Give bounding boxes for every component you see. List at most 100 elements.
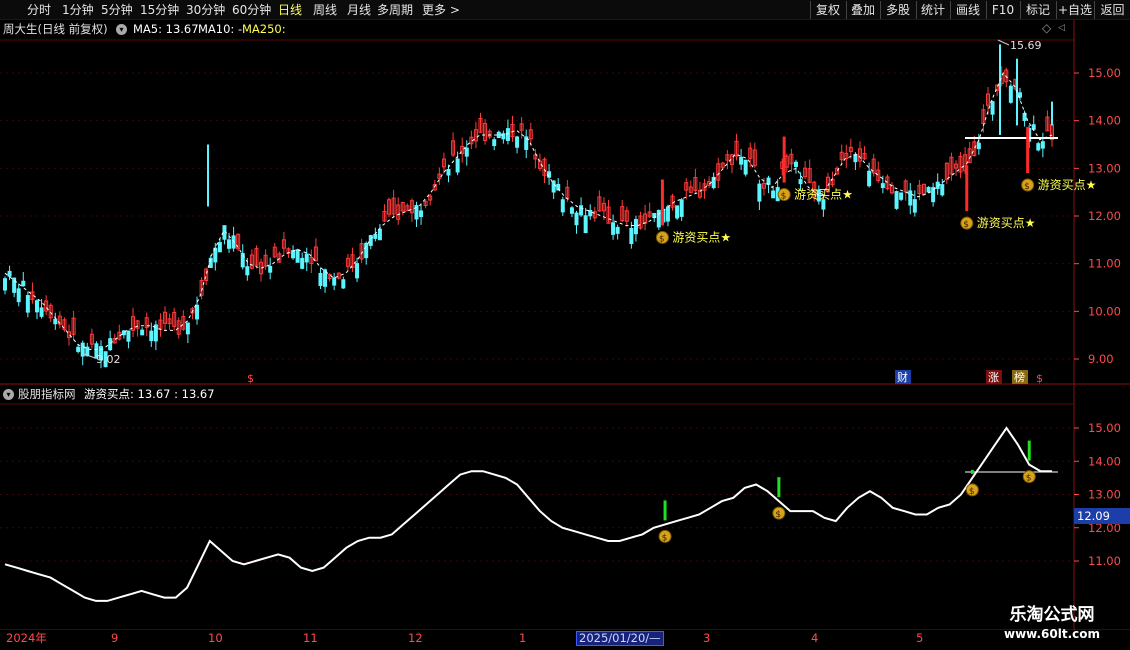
- candle-body: [798, 179, 803, 185]
- date-label: 5: [916, 631, 924, 645]
- candle-body: [496, 131, 501, 139]
- candle-body: [629, 228, 634, 245]
- high-label: 15.69: [1010, 39, 1042, 52]
- candle-body: [912, 199, 917, 213]
- sub-gridlines: [0, 427, 1074, 562]
- watermark: 乐淘公式网 www.60lt.com: [992, 604, 1112, 642]
- signal-label: 游资买点★: [794, 188, 853, 202]
- period-tab[interactable]: 多周期: [377, 2, 413, 18]
- candle-body: [867, 170, 872, 187]
- period-tab[interactable]: 周线: [313, 2, 337, 18]
- candle-body: [739, 156, 744, 165]
- period-tab[interactable]: 60分钟: [232, 2, 271, 18]
- candle-body: [455, 158, 460, 173]
- period-tab[interactable]: 5分钟: [101, 2, 133, 18]
- main-gridlines: [0, 72, 1074, 360]
- candle-body: [16, 288, 21, 303]
- y-tick-label: 12.00: [1088, 209, 1121, 223]
- high-annotation: 15.69: [997, 39, 1042, 52]
- moneybag-glyph: $: [659, 234, 665, 244]
- candle-body: [364, 242, 369, 259]
- toolbar-button[interactable]: 多股: [880, 1, 915, 19]
- signal-label: 游资买点★: [977, 216, 1036, 230]
- kline-chart[interactable]: 9.00 10.00 11.00 12.00 13.00 14.00 15.00 11.00…: [0, 20, 1130, 630]
- cursor-date: 2025/01/20/—: [576, 631, 664, 646]
- candle-body: [227, 239, 232, 249]
- date-label: 9: [111, 631, 119, 645]
- bang-event: 榜: [1014, 370, 1025, 384]
- y-tick-label: 11.00: [1088, 554, 1121, 568]
- candle-body: [419, 210, 424, 218]
- candle-body: [291, 250, 296, 259]
- moneybag-glyph: $: [775, 510, 781, 520]
- ma-dashed-line: [4, 72, 1053, 350]
- candle-body: [35, 300, 40, 313]
- toolbar-button[interactable]: 叠加: [846, 1, 879, 19]
- moneybag-glyph: $: [662, 533, 668, 543]
- date-label: 2024年: [6, 631, 47, 645]
- candle-body: [675, 205, 680, 219]
- candle-body: [80, 342, 85, 357]
- toolbar-button[interactable]: F10: [986, 1, 1019, 19]
- date-label: 4: [811, 631, 819, 645]
- candle-body: [940, 184, 945, 196]
- candle-body: [908, 190, 913, 206]
- buy-signals: $ 游资买点★ $ 游资买点★ $ 游资买点★ $ 游资买点★: [655, 127, 1097, 244]
- date-label: 12: [408, 631, 423, 645]
- candle-body: [25, 295, 30, 313]
- period-tab[interactable]: 30分钟: [186, 2, 225, 18]
- candle-body: [899, 192, 904, 200]
- dollar-event-2: $: [1036, 372, 1043, 385]
- candle-body: [304, 253, 309, 263]
- main-y-axis: 9.00 10.00 11.00 12.00 13.00 14.00 15.00: [1074, 66, 1121, 366]
- sub-y-axis: 11.0012.0013.0014.0015.00: [1074, 421, 1121, 568]
- event-markers: $ 财 涨 榜 $: [247, 370, 1043, 385]
- period-tab[interactable]: 分时: [27, 2, 51, 18]
- candle-body: [300, 257, 305, 269]
- period-tab[interactable]: 1分钟: [62, 2, 94, 18]
- y-tick-label: 15.00: [1088, 421, 1121, 435]
- candle-body: [757, 183, 762, 202]
- date-label: 10: [208, 631, 223, 645]
- toolbar-button[interactable]: +自选: [1056, 1, 1093, 19]
- candle-body: [76, 346, 81, 352]
- signal-label: 游资买点★: [1038, 178, 1097, 192]
- date-label: 11: [303, 631, 318, 645]
- candle-body: [501, 133, 506, 140]
- toolbar-button[interactable]: 统计: [916, 1, 949, 19]
- low-annotation: 9.02: [83, 353, 121, 366]
- candle-body: [793, 161, 798, 167]
- candle-body: [464, 147, 469, 157]
- candle-body: [195, 304, 200, 320]
- toolbar-button[interactable]: 标记: [1020, 1, 1055, 19]
- period-tab[interactable]: 月线: [347, 2, 371, 18]
- candle-body: [894, 191, 899, 209]
- candle-body: [665, 206, 670, 222]
- candle-body: [679, 199, 684, 217]
- candle-body: [126, 330, 131, 342]
- moneybag-glyph: $: [969, 487, 975, 497]
- candle-body: [185, 322, 190, 335]
- period-tab[interactable]: 15分钟: [140, 2, 179, 18]
- y-tick-label: 10.00: [1088, 304, 1121, 318]
- indicator-line: [4, 426, 1052, 602]
- candle-body: [53, 318, 58, 325]
- toolbar-button[interactable]: 返回: [1094, 1, 1130, 19]
- zhang-event: 涨: [988, 371, 999, 384]
- y-tick-label: 15.00: [1088, 66, 1121, 80]
- candle-body: [217, 242, 222, 253]
- period-tab[interactable]: 更多 >: [422, 2, 460, 18]
- candle-body: [21, 280, 26, 287]
- moneybag-glyph: $: [781, 192, 787, 202]
- candle-body: [574, 212, 579, 226]
- y-tick-label: 14.00: [1088, 114, 1121, 128]
- period-tab[interactable]: 日线: [278, 2, 302, 18]
- watermark-title: 乐淘公式网: [1009, 605, 1095, 625]
- moneybag-glyph: $: [963, 220, 969, 230]
- toolbar-button[interactable]: 复权: [810, 1, 845, 19]
- candle-body: [377, 228, 382, 241]
- candle-body: [505, 128, 510, 141]
- candle-body: [341, 279, 346, 289]
- candle-body: [1036, 143, 1041, 151]
- toolbar-button[interactable]: 画线: [950, 1, 985, 19]
